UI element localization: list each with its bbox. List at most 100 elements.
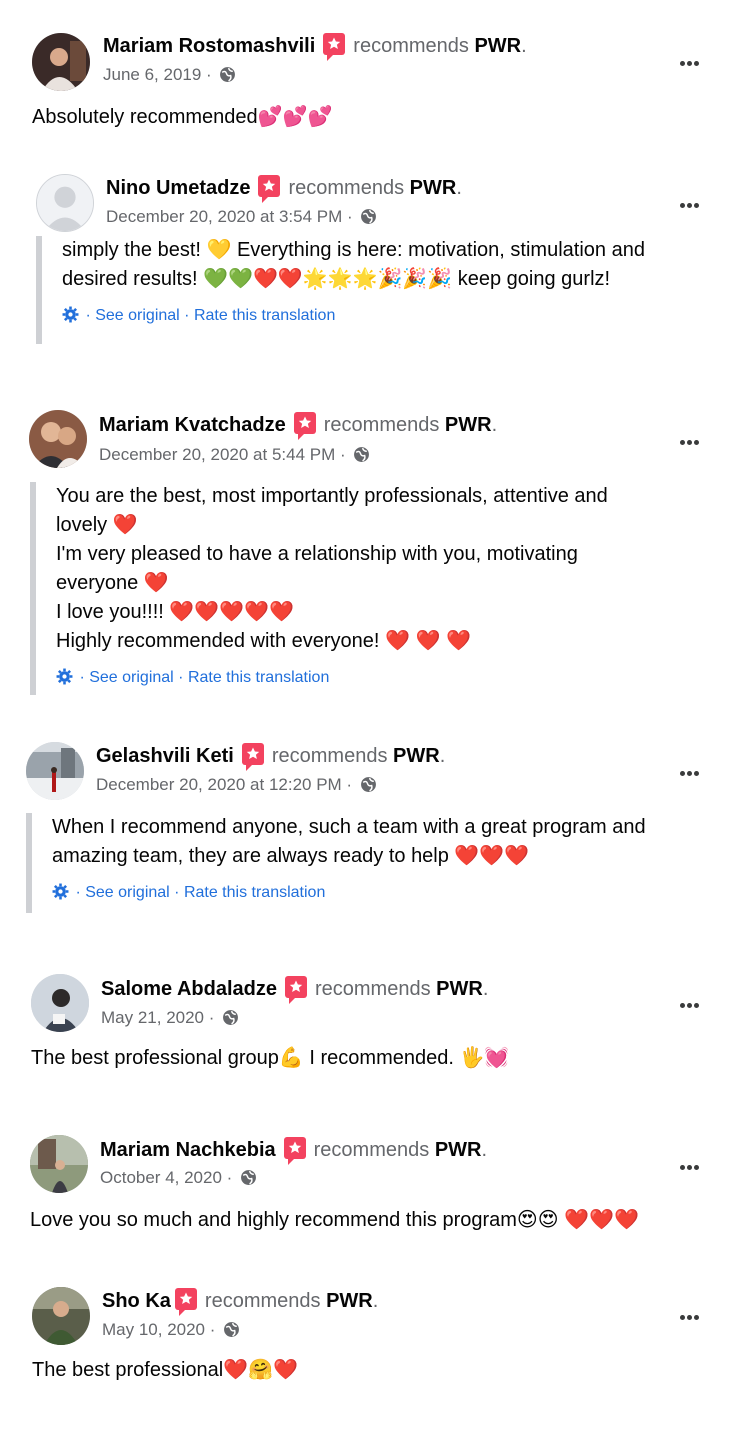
translation-links: · See original · Rate this translation — [62, 306, 645, 326]
more-options-button[interactable] — [674, 1308, 704, 1328]
recommends-text: recommends — [288, 177, 405, 199]
page-link[interactable]: PWR — [445, 414, 492, 436]
review-date[interactable]: December 20, 2020 at 3:54 PM — [106, 207, 342, 226]
rate-translation-link[interactable]: Rate this translation — [194, 307, 335, 324]
avatar[interactable] — [36, 174, 94, 232]
review-text-line: amazing team, they are always ready to h… — [52, 845, 530, 867]
rate-translation-link[interactable]: Rate this translation — [188, 669, 329, 686]
avatar[interactable] — [32, 1287, 90, 1345]
separator: · — [342, 207, 358, 226]
translation-links: · See original · Rate this translation — [56, 668, 608, 688]
review-date[interactable]: December 20, 2020 at 12:20 PM — [96, 775, 342, 794]
separator: · — [201, 65, 217, 84]
avatar[interactable] — [29, 410, 87, 468]
period: . — [456, 177, 462, 199]
page-link[interactable]: PWR — [435, 1139, 482, 1161]
separator: · — [169, 884, 184, 901]
more-options-button[interactable] — [674, 54, 704, 74]
review-headline: Mariam Kvatchadze recommends PWR. — [99, 412, 497, 440]
review-meta: October 4, 2020 · — [100, 1167, 257, 1189]
reviewer-name[interactable]: Mariam Nachkebia — [100, 1139, 276, 1161]
gear-icon — [62, 306, 79, 323]
review-text-line: lovely ❤️ — [56, 514, 138, 536]
period: . — [372, 1290, 379, 1312]
gear-icon — [56, 668, 73, 685]
recommends-text: recommends — [323, 414, 440, 436]
review-meta: June 6, 2019 · — [103, 64, 236, 86]
page-link[interactable]: PWR — [393, 745, 440, 767]
recommends-text: recommends — [204, 1290, 321, 1312]
separator: · — [71, 884, 86, 901]
review-text-line: I love you!!!! ❤️❤️❤️❤️❤️ — [56, 601, 294, 623]
recommend-icon — [284, 976, 307, 1004]
page-link[interactable]: PWR — [436, 978, 483, 1000]
period: . — [521, 35, 527, 57]
more-options-button[interactable] — [674, 996, 704, 1016]
translated-text: simply the best! 💛 Everything is here: m… — [36, 236, 645, 344]
avatar[interactable] — [31, 974, 89, 1032]
review-text-line: everyone ❤️ — [56, 572, 169, 594]
review-date[interactable]: December 20, 2020 at 5:44 PM — [99, 445, 335, 464]
reviewer-name[interactable]: Mariam Kvatchadze — [99, 414, 286, 436]
globe-icon — [361, 209, 377, 224]
page-link[interactable]: PWR — [326, 1290, 373, 1312]
more-options-button[interactable] — [674, 1158, 704, 1178]
more-options-button[interactable] — [674, 764, 704, 784]
review-text: The best professional group💪 I recommend… — [31, 1047, 510, 1069]
review-text-line: desired results! 💚💚❤️❤️🌟🌟🌟🎉🎉🎉 keep going… — [62, 268, 611, 290]
avatar[interactable] — [32, 33, 90, 91]
review-meta: December 20, 2020 at 12:20 PM · — [96, 774, 377, 796]
reviewer-name[interactable]: Mariam Rostomashvili — [103, 35, 315, 57]
review-date[interactable]: October 4, 2020 — [100, 1168, 222, 1187]
separator: · — [341, 775, 357, 794]
review-date[interactable]: May 21, 2020 — [101, 1008, 204, 1027]
see-original-link[interactable]: See original — [95, 307, 180, 324]
recommend-icon — [258, 175, 281, 203]
globe-icon — [241, 1170, 256, 1185]
more-options-button[interactable] — [674, 196, 704, 216]
avatar[interactable] — [30, 1135, 88, 1193]
reviewer-name[interactable]: Salome Abdaladze — [101, 978, 277, 1000]
separator: · — [81, 307, 96, 324]
review-text-line: You are the best, most importantly profe… — [56, 485, 608, 507]
avatar[interactable] — [26, 742, 84, 800]
translation-links: · See original · Rate this translation — [52, 883, 646, 903]
review-date[interactable]: June 6, 2019 — [103, 65, 201, 84]
globe-icon — [354, 447, 370, 462]
separator: · — [221, 1168, 238, 1187]
review-headline: Salome Abdaladze recommends PWR. — [101, 976, 489, 1004]
separator: · — [75, 669, 90, 686]
reviewer-name[interactable]: Gelashvili Keti — [96, 745, 234, 767]
separator: · — [179, 307, 194, 324]
recommends-text: recommends — [271, 745, 388, 767]
review-text: Love you so much and highly recommend th… — [30, 1209, 639, 1231]
rate-translation-link[interactable]: Rate this translation — [184, 884, 325, 901]
page-link[interactable]: PWR — [474, 35, 521, 57]
page-link[interactable]: PWR — [410, 177, 457, 199]
recommend-icon — [241, 743, 264, 771]
recommends-text: recommends — [353, 35, 469, 57]
review-text-line: When I recommend anyone, such a team wit… — [52, 816, 646, 838]
review-text-line: Highly recommended with everyone! ❤️ ❤️ … — [56, 630, 471, 652]
period: . — [482, 978, 489, 1000]
recommend-icon — [293, 412, 316, 440]
reviewer-name[interactable]: Sho Ka — [102, 1290, 171, 1312]
more-options-button[interactable] — [674, 433, 704, 453]
see-original-link[interactable]: See original — [85, 884, 170, 901]
separator: · — [335, 445, 351, 464]
review-meta: December 20, 2020 at 5:44 PM · — [99, 444, 370, 466]
globe-icon — [220, 67, 236, 82]
review-text: The best professional❤️🤗❤️ — [32, 1359, 298, 1381]
period: . — [439, 745, 446, 767]
period: . — [481, 1139, 488, 1161]
separator: · — [205, 1320, 221, 1339]
reviewer-name[interactable]: Nino Umetadze — [106, 177, 250, 199]
review-date[interactable]: May 10, 2020 — [102, 1320, 205, 1339]
see-original-link[interactable]: See original — [89, 669, 174, 686]
recommend-icon — [283, 1137, 306, 1165]
review-text-line: I'm very pleased to have a relationship … — [56, 543, 578, 565]
gear-icon — [52, 883, 69, 900]
globe-icon — [360, 777, 376, 792]
translated-text: You are the best, most importantly profe… — [30, 482, 608, 695]
separator: · — [173, 669, 188, 686]
